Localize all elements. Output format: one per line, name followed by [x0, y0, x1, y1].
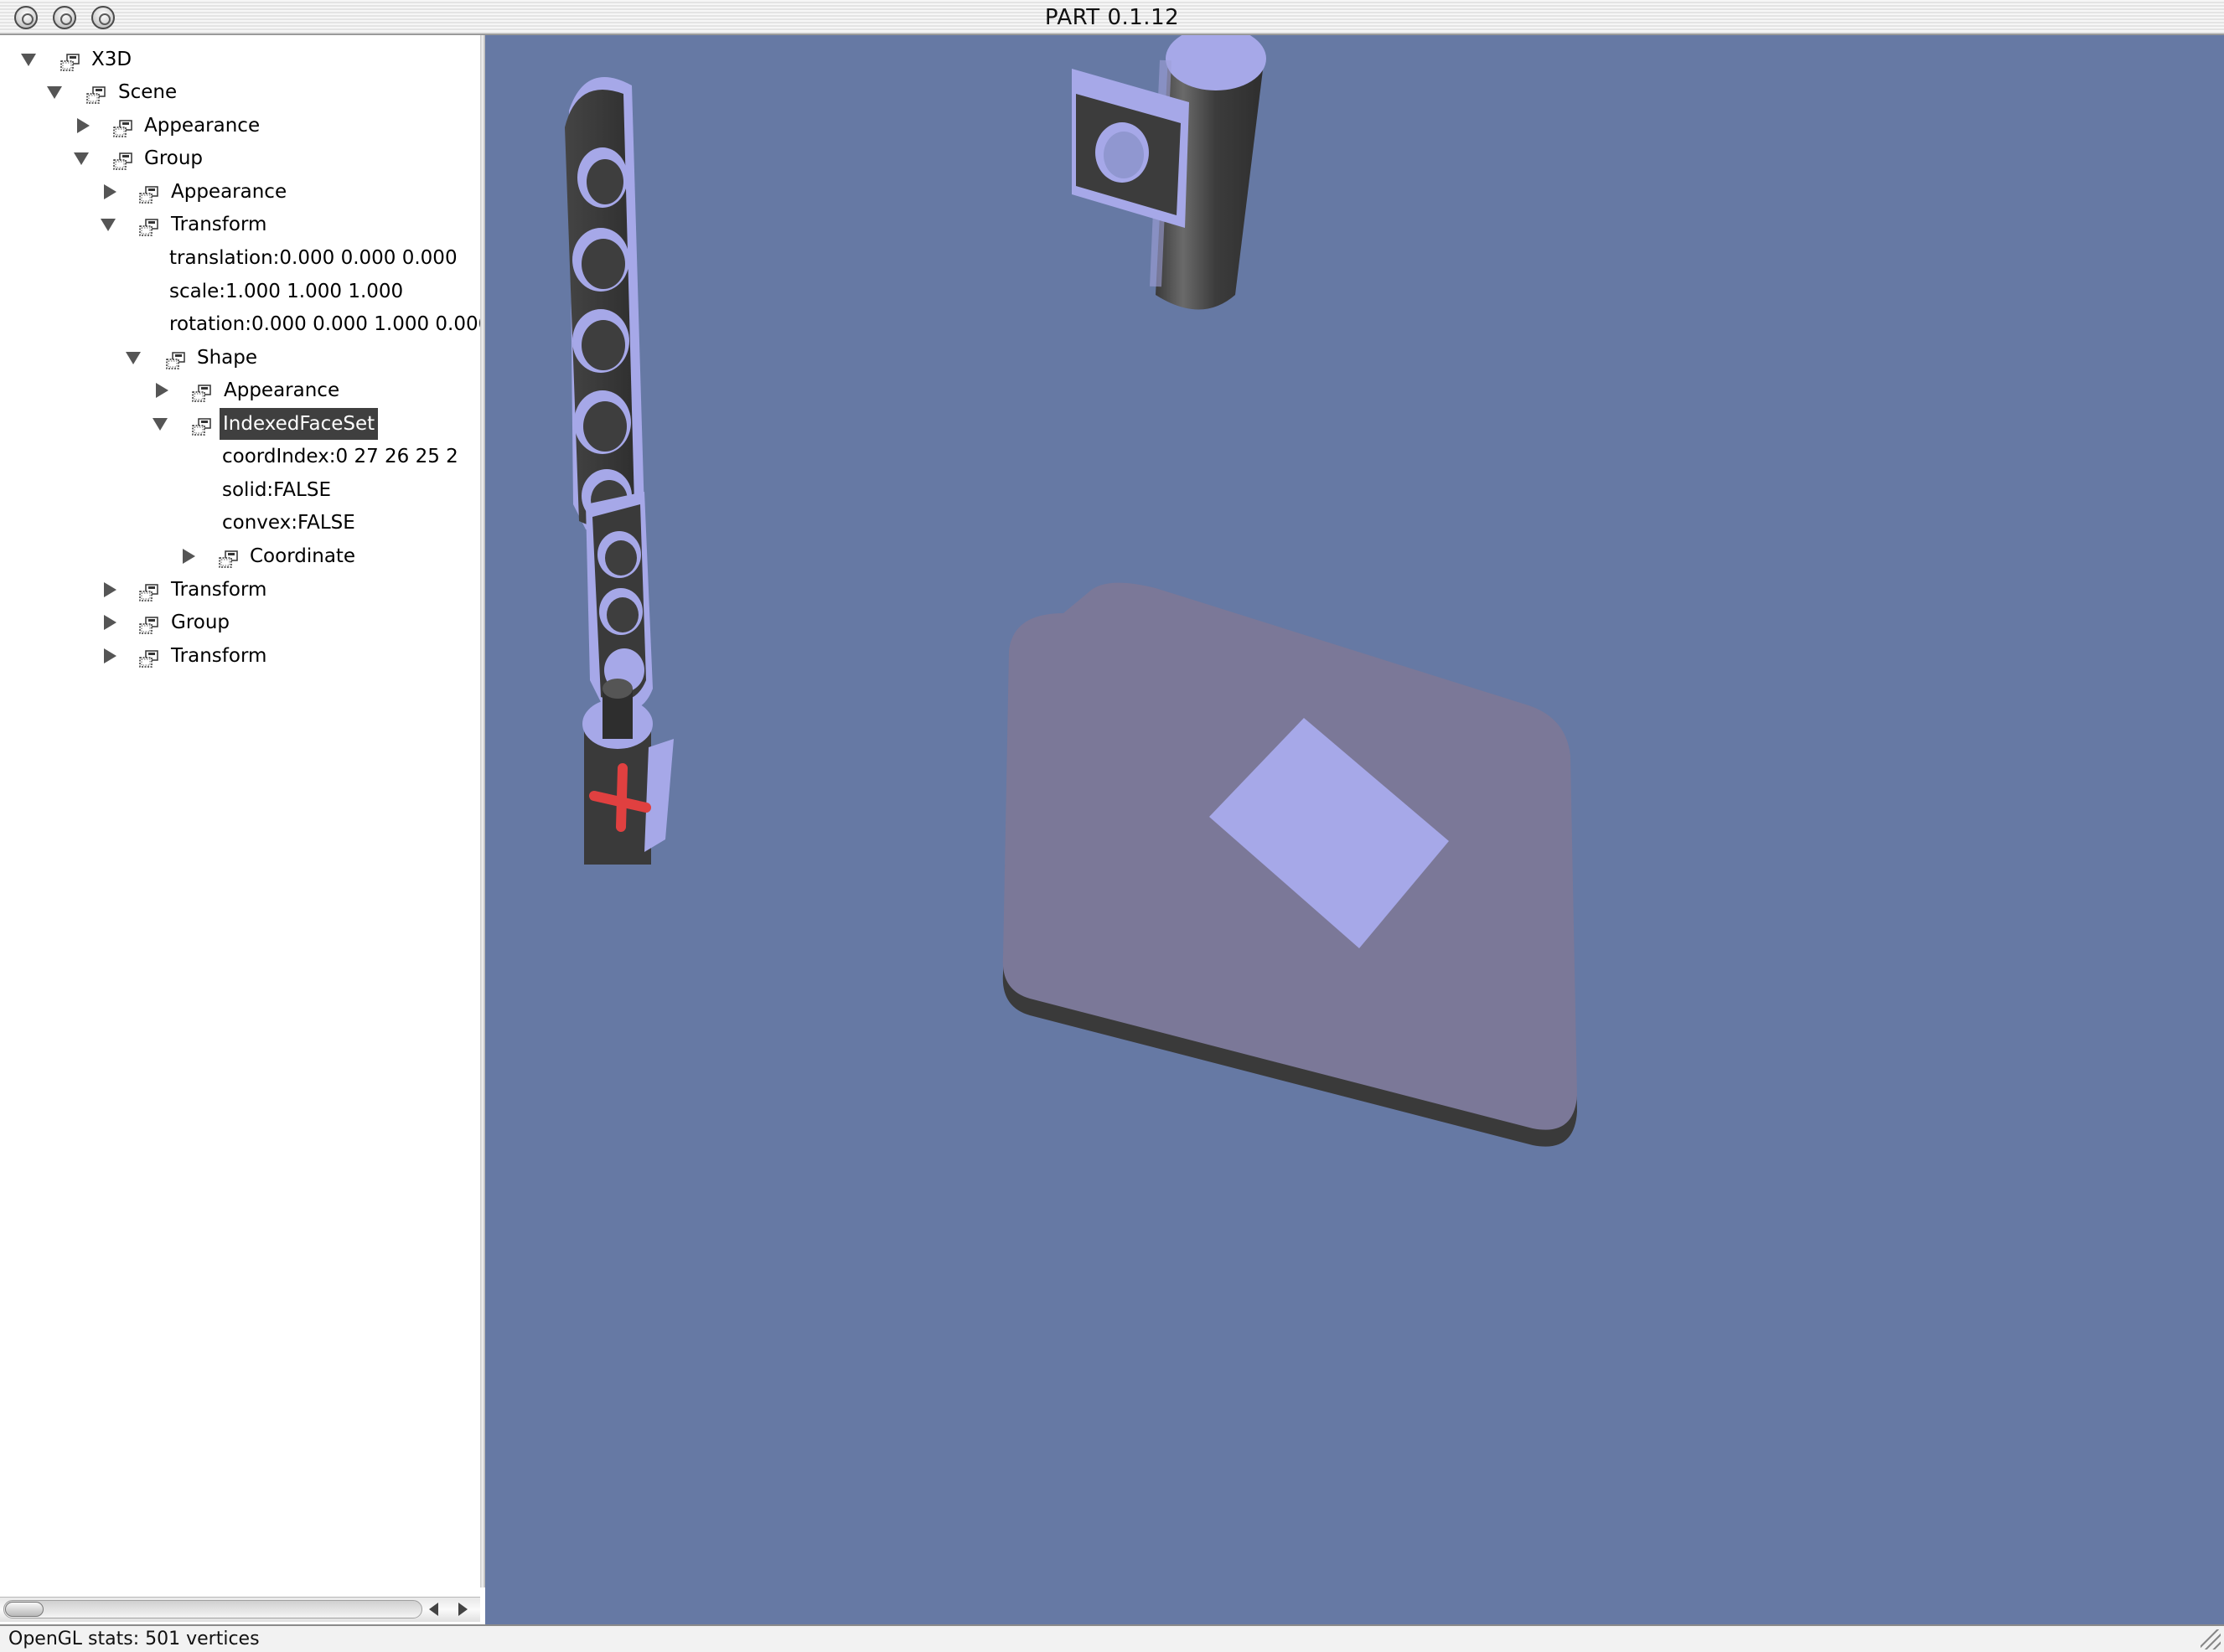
scene-tree[interactable]: X3D Scene Appearance Group Appearance Tr…	[0, 35, 480, 1587]
tree-node-transform[interactable]: Transform	[0, 640, 480, 672]
tree-property-label: solid:FALSE	[222, 479, 331, 501]
disclosure-triangle-expanded-icon[interactable]	[47, 86, 62, 99]
tree-node-label: Coordinate	[250, 545, 356, 567]
node-icon	[137, 215, 163, 236]
node-icon	[59, 50, 84, 71]
tree-property-label: translation:0.000 0.000 0.000	[169, 247, 458, 269]
node-icon	[137, 183, 163, 204]
tree-node-group[interactable]: Group	[0, 607, 480, 638]
application-window: PART 0.1.12 X3D Scene Appearance Group A…	[0, 0, 2224, 1652]
scrollbar-thumb[interactable]	[5, 1602, 44, 1617]
node-icon	[85, 83, 110, 104]
tree-node-label: Transform	[171, 579, 267, 601]
tree-node-appearance[interactable]: Appearance	[0, 176, 480, 208]
tree-node-group[interactable]: Group	[0, 142, 480, 174]
node-icon	[111, 149, 137, 170]
tree-property-rotation[interactable]: rotation:0.000 0.000 1.000 0.000	[0, 308, 480, 340]
scroll-left-arrow-icon[interactable]	[429, 1603, 438, 1616]
tree-property-coordindex[interactable]: coordIndex:0 27 26 25 2	[0, 441, 480, 472]
node-icon	[217, 547, 242, 568]
disclosure-triangle-collapsed-icon[interactable]	[104, 615, 116, 630]
node-icon	[137, 581, 163, 601]
tree-horizontal-scrollbar[interactable]	[0, 1597, 480, 1622]
tree-node-label: Scene	[118, 81, 178, 103]
tree-node-shape[interactable]: Shape	[0, 342, 480, 374]
resize-grip-icon[interactable]	[2201, 1629, 2221, 1649]
tree-node-coordinate[interactable]: Coordinate	[0, 540, 480, 572]
tree-node-label: Transform	[171, 214, 267, 235]
tree-node-x3d[interactable]: X3D	[0, 44, 480, 75]
disclosure-triangle-collapsed-icon[interactable]	[104, 184, 116, 199]
tree-property-label: rotation:0.000 0.000 1.000 0.000	[169, 313, 480, 335]
tree-node-label: Transform	[171, 645, 267, 667]
node-icon	[190, 415, 215, 436]
tree-property-label: scale:1.000 1.000 1.000	[169, 281, 404, 302]
tree-node-indexedfaceset[interactable]: IndexedFaceSet	[0, 408, 480, 440]
tree-property-scale[interactable]: scale:1.000 1.000 1.000	[0, 276, 480, 307]
tree-node-label: Appearance	[171, 181, 287, 203]
tree-node-appearance[interactable]: Appearance	[0, 374, 480, 406]
disclosure-triangle-expanded-icon[interactable]	[153, 418, 168, 431]
tree-node-transform[interactable]: Transform	[0, 209, 480, 240]
base-joint[interactable]	[582, 679, 674, 865]
node-icon	[190, 381, 215, 402]
3d-viewport[interactable]	[485, 35, 2224, 1624]
window-title: PART 0.1.12	[1044, 5, 1180, 30]
long-arm-beam[interactable]	[565, 77, 644, 537]
tree-node-scene[interactable]: Scene	[0, 76, 480, 108]
disclosure-triangle-collapsed-icon[interactable]	[104, 582, 116, 597]
short-arm-beam[interactable]	[586, 492, 653, 711]
tree-node-label: Group	[171, 612, 230, 633]
tree-property-convex[interactable]: convex:FALSE	[0, 507, 480, 539]
tree-node-label: Group	[144, 147, 204, 169]
node-icon	[137, 613, 163, 634]
tree-node-appearance[interactable]: Appearance	[0, 110, 480, 142]
tree-node-label: X3D	[91, 49, 132, 70]
disclosure-triangle-expanded-icon[interactable]	[101, 219, 116, 231]
node-icon	[111, 116, 137, 137]
disclosure-triangle-collapsed-icon[interactable]	[183, 549, 195, 564]
tree-node-label: Shape	[197, 347, 258, 369]
tree-property-translation[interactable]: translation:0.000 0.000 0.000	[0, 242, 480, 274]
3d-scene-render[interactable]	[485, 35, 2224, 1624]
node-icon	[137, 647, 163, 668]
title-bar[interactable]: PART 0.1.12	[0, 0, 2224, 35]
tree-property-label: convex:FALSE	[222, 512, 355, 534]
scrollbar-track[interactable]	[3, 1600, 422, 1618]
tree-property-solid[interactable]: solid:FALSE	[0, 474, 480, 506]
disclosure-triangle-expanded-icon[interactable]	[126, 352, 141, 364]
node-icon	[164, 348, 189, 369]
disclosure-triangle-collapsed-icon[interactable]	[156, 383, 168, 398]
disclosure-triangle-expanded-icon[interactable]	[74, 152, 89, 165]
disclosure-triangle-expanded-icon[interactable]	[21, 54, 36, 66]
tree-node-label: Appearance	[224, 379, 340, 401]
tree-node-label-selected: IndexedFaceSet	[220, 408, 379, 440]
status-text: OpenGL stats: 501 vertices	[8, 1629, 260, 1649]
scroll-right-arrow-icon[interactable]	[458, 1603, 468, 1616]
disclosure-triangle-collapsed-icon[interactable]	[77, 118, 90, 133]
status-bar: OpenGL stats: 501 vertices	[0, 1624, 2224, 1652]
tree-node-transform[interactable]: Transform	[0, 574, 480, 606]
tree-node-label: Appearance	[144, 115, 261, 137]
disclosure-triangle-collapsed-icon[interactable]	[104, 648, 116, 663]
tree-property-label: coordIndex:0 27 26 25 2	[222, 446, 458, 467]
